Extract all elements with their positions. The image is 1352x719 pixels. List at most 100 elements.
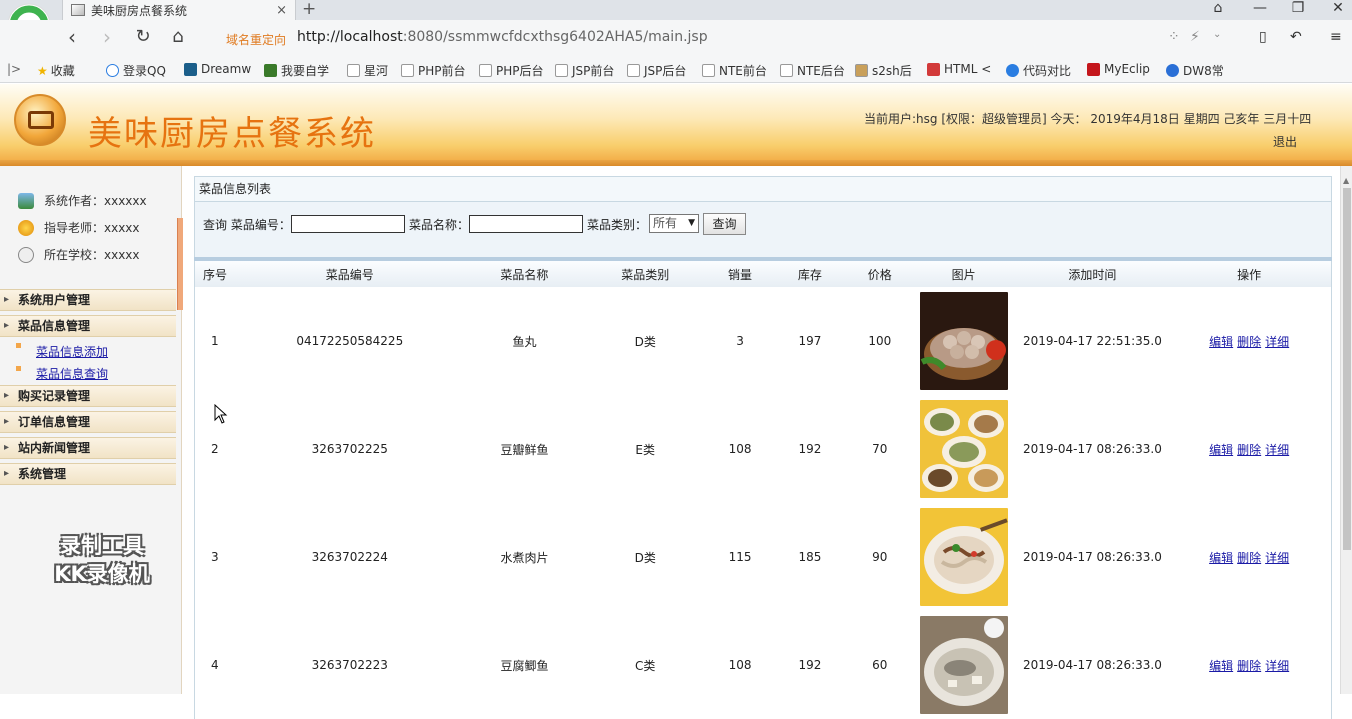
menu-system-management[interactable]: 系统管理 [0, 463, 176, 485]
sidebar-toggle-icon[interactable]: |> [7, 62, 21, 76]
new-tab-button[interactable]: + [302, 0, 316, 19]
detail-link[interactable]: 详细 [1265, 333, 1289, 350]
forward-icon[interactable]: › [95, 25, 119, 49]
bookmark-item[interactable]: HTML < [927, 62, 991, 76]
row-sales: 108 [728, 442, 752, 456]
shield-icon [927, 62, 940, 76]
reload-icon[interactable]: ↻ [131, 25, 155, 49]
bullet-icon [16, 366, 21, 371]
row-price: 60 [872, 658, 888, 672]
delete-link[interactable]: 删除 [1237, 657, 1261, 674]
back-icon[interactable]: ‹ [60, 25, 84, 49]
menu-purchase-records[interactable]: 购买记录管理 [0, 385, 176, 407]
school-info: 所在学校：xxxxx [18, 246, 140, 263]
row-price: 100 [868, 334, 892, 348]
bookmark-item[interactable]: 代码对比 [1006, 62, 1071, 79]
page-icon [479, 64, 492, 77]
home-icon[interactable]: ⌂ [166, 25, 190, 49]
browser-nav-bar: ‹ › ↻ ⌂ 域名重定向 http://localhost:8080/ssmm… [0, 20, 1352, 56]
col-name: 菜品名称 [500, 267, 549, 282]
close-window-icon[interactable]: ✕ [1328, 0, 1348, 16]
globe-icon [1006, 64, 1019, 77]
page-icon [702, 64, 715, 77]
delete-link[interactable]: 删除 [1237, 441, 1261, 458]
row-category: E类 [635, 442, 656, 457]
dish-image-tofu-fish [919, 616, 1008, 714]
category-select[interactable]: 所有 ▼ [649, 214, 699, 233]
detail-link[interactable]: 详细 [1265, 657, 1289, 674]
bookmarks-bar: |> ★ 收藏 登录QQ Dreamw 我要自学 星河 PHP前台 PHP后台 J… [0, 56, 1352, 83]
menu-dish-add[interactable]: 菜品信息添加 [36, 343, 108, 360]
bookmark-item[interactable]: MyEclip [1087, 62, 1150, 76]
delete-link[interactable]: 删除 [1237, 549, 1261, 566]
dish-name-input[interactable] [469, 215, 583, 233]
close-tab-icon[interactable]: × [276, 3, 287, 18]
detail-link[interactable]: 详细 [1265, 441, 1289, 458]
bookmark-item[interactable]: NTE后台 [780, 62, 845, 79]
menu-user-management[interactable]: 系统用户管理 [0, 289, 176, 311]
bookmark-item[interactable]: DW8常 [1166, 62, 1224, 79]
bookmark-item[interactable]: Dreamw [184, 62, 251, 76]
image-icon [855, 64, 868, 77]
chevron-down-icon[interactable]: ⌄ [1213, 29, 1221, 40]
url-path: :8080/ssmmwcfdcxthsg6402AHA5/main.jsp [402, 29, 708, 45]
bullet-icon [16, 343, 21, 348]
page-scrollbar[interactable]: ▲ [1340, 166, 1352, 694]
users-icon [18, 192, 34, 209]
bookmark-item[interactable]: JSP后台 [627, 62, 686, 79]
row-code: 3263702223 [311, 658, 388, 672]
list-title: 菜品信息列表 [194, 176, 1332, 202]
tab-title: 美味厨房点餐系统 [91, 3, 188, 18]
search-form: 查询 菜品编号： 菜品名称： 菜品类别： 所有 ▼ 查询 [194, 202, 1332, 258]
row-code: 3263702224 [311, 550, 388, 564]
menu-news-management[interactable]: 站内新闻管理 [0, 437, 176, 459]
bookmark-item[interactable]: 星河 [347, 62, 388, 79]
browser-tab-bar: 美味厨房点餐系统 × + ⌂ — ❐ ✕ [0, 0, 1352, 20]
row-stock: 192 [798, 442, 822, 456]
bookmark-item[interactable]: 登录QQ [106, 62, 166, 79]
page-icon [401, 64, 414, 77]
bookmark-item[interactable]: s2sh后 [855, 62, 912, 79]
page-icon [347, 64, 360, 77]
main-content: 菜品信息列表 查询 菜品编号： 菜品名称： 菜品类别： 所有 ▼ 查询 序号 菜… [183, 166, 1352, 719]
edit-link[interactable]: 编辑 [1209, 549, 1233, 566]
menu-order-management[interactable]: 订单信息管理 [0, 411, 176, 433]
menu-dish-query[interactable]: 菜品信息查询 [36, 365, 108, 382]
detail-link[interactable]: 详细 [1265, 549, 1289, 566]
bookmark-item[interactable]: PHP前台 [401, 62, 466, 79]
shirt-skin-icon[interactable]: ⌂ [1208, 0, 1228, 16]
bookmark-icon[interactable]: ▯ [1259, 29, 1267, 45]
dish-image-boiled-pork [919, 508, 1008, 606]
minimize-icon[interactable]: — [1250, 0, 1270, 16]
edit-link[interactable]: 编辑 [1209, 333, 1233, 350]
address-bar[interactable]: http://localhost:8080/ssmmwcfdcxthsg6402… [297, 29, 708, 45]
bookmark-favorites[interactable]: ★ 收藏 [37, 62, 75, 79]
bookmark-item[interactable]: PHP后台 [479, 62, 544, 79]
browser-tab[interactable]: 美味厨房点餐系统 × [62, 0, 296, 20]
logout-link[interactable]: 退出 [1273, 133, 1297, 150]
bookmark-item[interactable]: 我要自学 [264, 62, 329, 79]
lightning-icon[interactable]: ⚡ [1190, 29, 1200, 45]
query-button[interactable]: 查询 [703, 213, 746, 235]
menu-dish-management[interactable]: 菜品信息管理 [0, 315, 176, 337]
bookmark-item[interactable]: JSP前台 [555, 62, 614, 79]
edit-link[interactable]: 编辑 [1209, 441, 1233, 458]
dish-code-input[interactable] [291, 215, 405, 233]
undo-icon[interactable]: ↶ [1290, 29, 1302, 45]
delete-link[interactable]: 删除 [1237, 333, 1261, 350]
row-name: 水煮肉片 [500, 550, 549, 565]
menu-icon[interactable]: ≡ [1330, 29, 1342, 45]
clock-icon [18, 246, 34, 263]
row-stock: 185 [798, 550, 822, 564]
scrollbar-thumb[interactable] [1343, 188, 1351, 550]
site-icon [264, 64, 277, 77]
scroll-up-icon[interactable]: ▲ [1343, 176, 1349, 185]
current-user-info: 当前用户:hsg [权限：超级管理员] 今天： 2019年4月18日 星期四 己… [864, 112, 1312, 126]
dish-image-fishball [919, 292, 1008, 390]
edit-link[interactable]: 编辑 [1209, 657, 1233, 674]
bookmark-item[interactable]: NTE前台 [702, 62, 767, 79]
app-header: 美味厨房点餐系统 当前用户:hsg [权限：超级管理员] 今天： 2019年4月… [0, 84, 1352, 160]
row-sales: 115 [728, 550, 752, 564]
grid-icon[interactable]: ⁘ [1168, 29, 1180, 45]
restore-icon[interactable]: ❐ [1288, 0, 1308, 16]
